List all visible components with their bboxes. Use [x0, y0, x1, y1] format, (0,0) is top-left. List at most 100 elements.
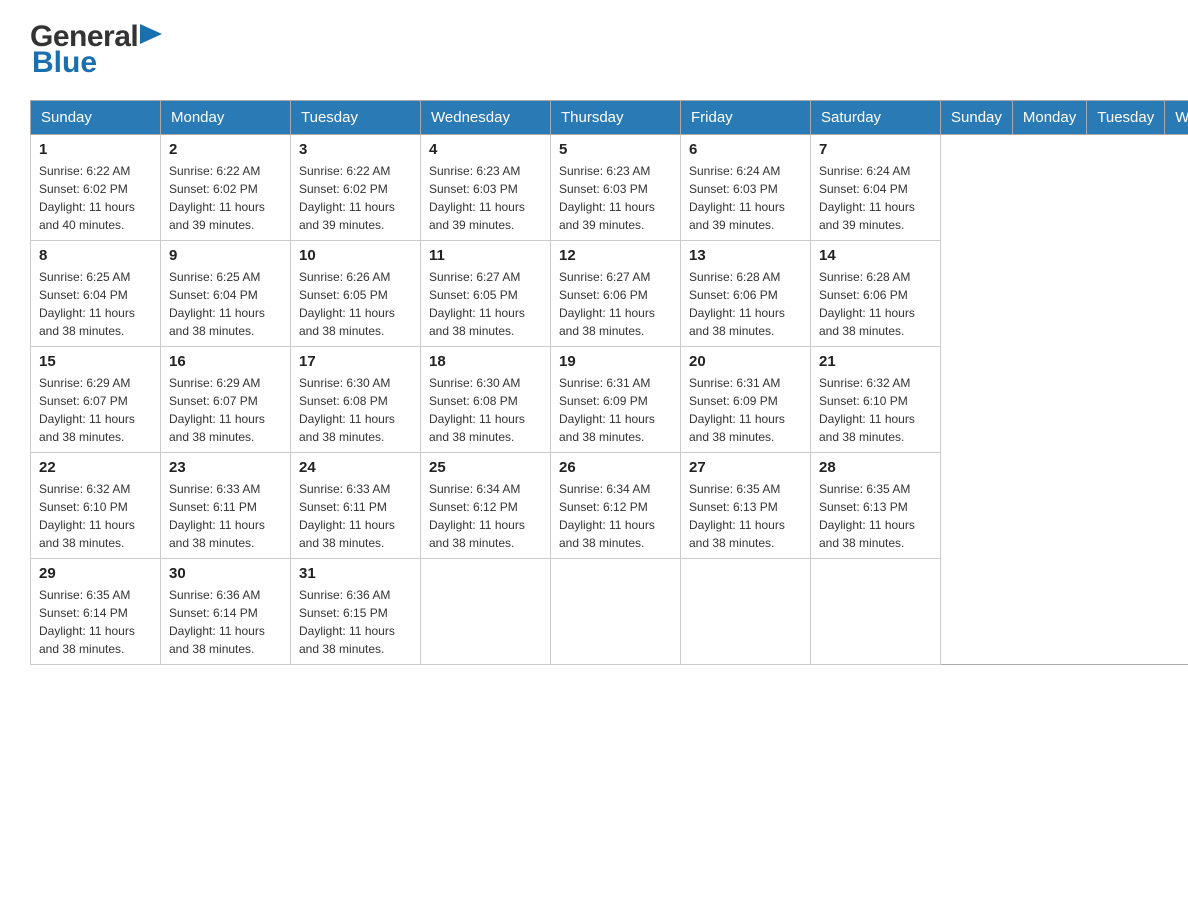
week-row-2: 8 Sunrise: 6:25 AM Sunset: 6:04 PM Dayli…: [31, 241, 1188, 347]
calendar-cell: 13 Sunrise: 6:28 AM Sunset: 6:06 PM Dayl…: [681, 241, 811, 347]
day-info: Sunrise: 6:24 AM Sunset: 6:04 PM Dayligh…: [819, 162, 932, 234]
day-info: Sunrise: 6:31 AM Sunset: 6:09 PM Dayligh…: [689, 374, 802, 446]
day-info: Sunrise: 6:27 AM Sunset: 6:05 PM Dayligh…: [429, 268, 542, 340]
day-info: Sunrise: 6:34 AM Sunset: 6:12 PM Dayligh…: [559, 480, 672, 552]
calendar-cell: 15 Sunrise: 6:29 AM Sunset: 6:07 PM Dayl…: [31, 347, 161, 453]
day-number: 23: [169, 459, 282, 476]
day-number: 17: [299, 353, 412, 370]
calendar-cell: 10 Sunrise: 6:26 AM Sunset: 6:05 PM Dayl…: [291, 241, 421, 347]
day-info: Sunrise: 6:26 AM Sunset: 6:05 PM Dayligh…: [299, 268, 412, 340]
day-info: Sunrise: 6:28 AM Sunset: 6:06 PM Dayligh…: [819, 268, 932, 340]
day-info: Sunrise: 6:36 AM Sunset: 6:15 PM Dayligh…: [299, 586, 412, 658]
day-number: 7: [819, 141, 932, 158]
day-number: 25: [429, 459, 542, 476]
calendar-cell: [421, 559, 551, 665]
day-number: 13: [689, 247, 802, 264]
calendar-cell: [811, 559, 941, 665]
calendar-cell: 16 Sunrise: 6:29 AM Sunset: 6:07 PM Dayl…: [161, 347, 291, 453]
column-header-monday: Monday: [1012, 101, 1086, 135]
day-number: 21: [819, 353, 932, 370]
day-info: Sunrise: 6:35 AM Sunset: 6:13 PM Dayligh…: [819, 480, 932, 552]
calendar-cell: 17 Sunrise: 6:30 AM Sunset: 6:08 PM Dayl…: [291, 347, 421, 453]
week-row-3: 15 Sunrise: 6:29 AM Sunset: 6:07 PM Dayl…: [31, 347, 1188, 453]
calendar-cell: 26 Sunrise: 6:34 AM Sunset: 6:12 PM Dayl…: [551, 453, 681, 559]
day-number: 20: [689, 353, 802, 370]
logo: General Blue: [30, 20, 162, 80]
day-number: 22: [39, 459, 152, 476]
calendar-cell: 9 Sunrise: 6:25 AM Sunset: 6:04 PM Dayli…: [161, 241, 291, 347]
day-info: Sunrise: 6:22 AM Sunset: 6:02 PM Dayligh…: [299, 162, 412, 234]
day-number: 26: [559, 459, 672, 476]
column-header-friday: Friday: [681, 101, 811, 135]
calendar-cell: 31 Sunrise: 6:36 AM Sunset: 6:15 PM Dayl…: [291, 559, 421, 665]
day-info: Sunrise: 6:35 AM Sunset: 6:13 PM Dayligh…: [689, 480, 802, 552]
day-number: 19: [559, 353, 672, 370]
day-number: 5: [559, 141, 672, 158]
day-info: Sunrise: 6:24 AM Sunset: 6:03 PM Dayligh…: [689, 162, 802, 234]
day-info: Sunrise: 6:36 AM Sunset: 6:14 PM Dayligh…: [169, 586, 282, 658]
column-header-wednesday: Wednesday: [1165, 101, 1188, 135]
day-info: Sunrise: 6:30 AM Sunset: 6:08 PM Dayligh…: [429, 374, 542, 446]
calendar-cell: 4 Sunrise: 6:23 AM Sunset: 6:03 PM Dayli…: [421, 135, 551, 241]
day-info: Sunrise: 6:23 AM Sunset: 6:03 PM Dayligh…: [559, 162, 672, 234]
calendar-cell: 20 Sunrise: 6:31 AM Sunset: 6:09 PM Dayl…: [681, 347, 811, 453]
day-info: Sunrise: 6:31 AM Sunset: 6:09 PM Dayligh…: [559, 374, 672, 446]
day-info: Sunrise: 6:34 AM Sunset: 6:12 PM Dayligh…: [429, 480, 542, 552]
calendar-cell: 22 Sunrise: 6:32 AM Sunset: 6:10 PM Dayl…: [31, 453, 161, 559]
day-info: Sunrise: 6:35 AM Sunset: 6:14 PM Dayligh…: [39, 586, 152, 658]
day-number: 2: [169, 141, 282, 158]
calendar-cell: 7 Sunrise: 6:24 AM Sunset: 6:04 PM Dayli…: [811, 135, 941, 241]
calendar-cell: 30 Sunrise: 6:36 AM Sunset: 6:14 PM Dayl…: [161, 559, 291, 665]
day-number: 15: [39, 353, 152, 370]
week-row-4: 22 Sunrise: 6:32 AM Sunset: 6:10 PM Dayl…: [31, 453, 1188, 559]
calendar-cell: 18 Sunrise: 6:30 AM Sunset: 6:08 PM Dayl…: [421, 347, 551, 453]
week-row-5: 29 Sunrise: 6:35 AM Sunset: 6:14 PM Dayl…: [31, 559, 1188, 665]
day-number: 18: [429, 353, 542, 370]
day-info: Sunrise: 6:22 AM Sunset: 6:02 PM Dayligh…: [39, 162, 152, 234]
day-info: Sunrise: 6:27 AM Sunset: 6:06 PM Dayligh…: [559, 268, 672, 340]
calendar-cell: 12 Sunrise: 6:27 AM Sunset: 6:06 PM Dayl…: [551, 241, 681, 347]
calendar-cell: 2 Sunrise: 6:22 AM Sunset: 6:02 PM Dayli…: [161, 135, 291, 241]
calendar-cell: 21 Sunrise: 6:32 AM Sunset: 6:10 PM Dayl…: [811, 347, 941, 453]
calendar-cell: 24 Sunrise: 6:33 AM Sunset: 6:11 PM Dayl…: [291, 453, 421, 559]
day-number: 4: [429, 141, 542, 158]
calendar-cell: 1 Sunrise: 6:22 AM Sunset: 6:02 PM Dayli…: [31, 135, 161, 241]
page-header: General Blue: [30, 20, 1158, 80]
day-number: 27: [689, 459, 802, 476]
calendar-cell: 6 Sunrise: 6:24 AM Sunset: 6:03 PM Dayli…: [681, 135, 811, 241]
calendar-cell: [551, 559, 681, 665]
calendar-header-row: SundayMondayTuesdayWednesdayThursdayFrid…: [31, 101, 1188, 135]
calendar-table: SundayMondayTuesdayWednesdayThursdayFrid…: [30, 100, 1188, 665]
column-header-monday: Monday: [161, 101, 291, 135]
column-header-sunday: Sunday: [941, 101, 1013, 135]
day-number: 14: [819, 247, 932, 264]
day-number: 24: [299, 459, 412, 476]
day-number: 12: [559, 247, 672, 264]
day-info: Sunrise: 6:22 AM Sunset: 6:02 PM Dayligh…: [169, 162, 282, 234]
day-info: Sunrise: 6:33 AM Sunset: 6:11 PM Dayligh…: [169, 480, 282, 552]
day-number: 6: [689, 141, 802, 158]
day-info: Sunrise: 6:29 AM Sunset: 6:07 PM Dayligh…: [39, 374, 152, 446]
day-info: Sunrise: 6:32 AM Sunset: 6:10 PM Dayligh…: [39, 480, 152, 552]
calendar-cell: 27 Sunrise: 6:35 AM Sunset: 6:13 PM Dayl…: [681, 453, 811, 559]
day-number: 11: [429, 247, 542, 264]
calendar-cell: 19 Sunrise: 6:31 AM Sunset: 6:09 PM Dayl…: [551, 347, 681, 453]
column-header-tuesday: Tuesday: [1087, 101, 1165, 135]
logo-blue-text: Blue: [32, 46, 97, 80]
column-header-sunday: Sunday: [31, 101, 161, 135]
day-number: 9: [169, 247, 282, 264]
day-number: 31: [299, 565, 412, 582]
day-info: Sunrise: 6:25 AM Sunset: 6:04 PM Dayligh…: [39, 268, 152, 340]
day-number: 3: [299, 141, 412, 158]
calendar-cell: 11 Sunrise: 6:27 AM Sunset: 6:05 PM Dayl…: [421, 241, 551, 347]
day-number: 29: [39, 565, 152, 582]
column-header-saturday: Saturday: [811, 101, 941, 135]
day-number: 10: [299, 247, 412, 264]
calendar-cell: 14 Sunrise: 6:28 AM Sunset: 6:06 PM Dayl…: [811, 241, 941, 347]
day-info: Sunrise: 6:29 AM Sunset: 6:07 PM Dayligh…: [169, 374, 282, 446]
calendar-cell: [681, 559, 811, 665]
column-header-tuesday: Tuesday: [291, 101, 421, 135]
day-info: Sunrise: 6:23 AM Sunset: 6:03 PM Dayligh…: [429, 162, 542, 234]
logo-arrow-icon: [140, 24, 162, 52]
calendar-cell: 23 Sunrise: 6:33 AM Sunset: 6:11 PM Dayl…: [161, 453, 291, 559]
